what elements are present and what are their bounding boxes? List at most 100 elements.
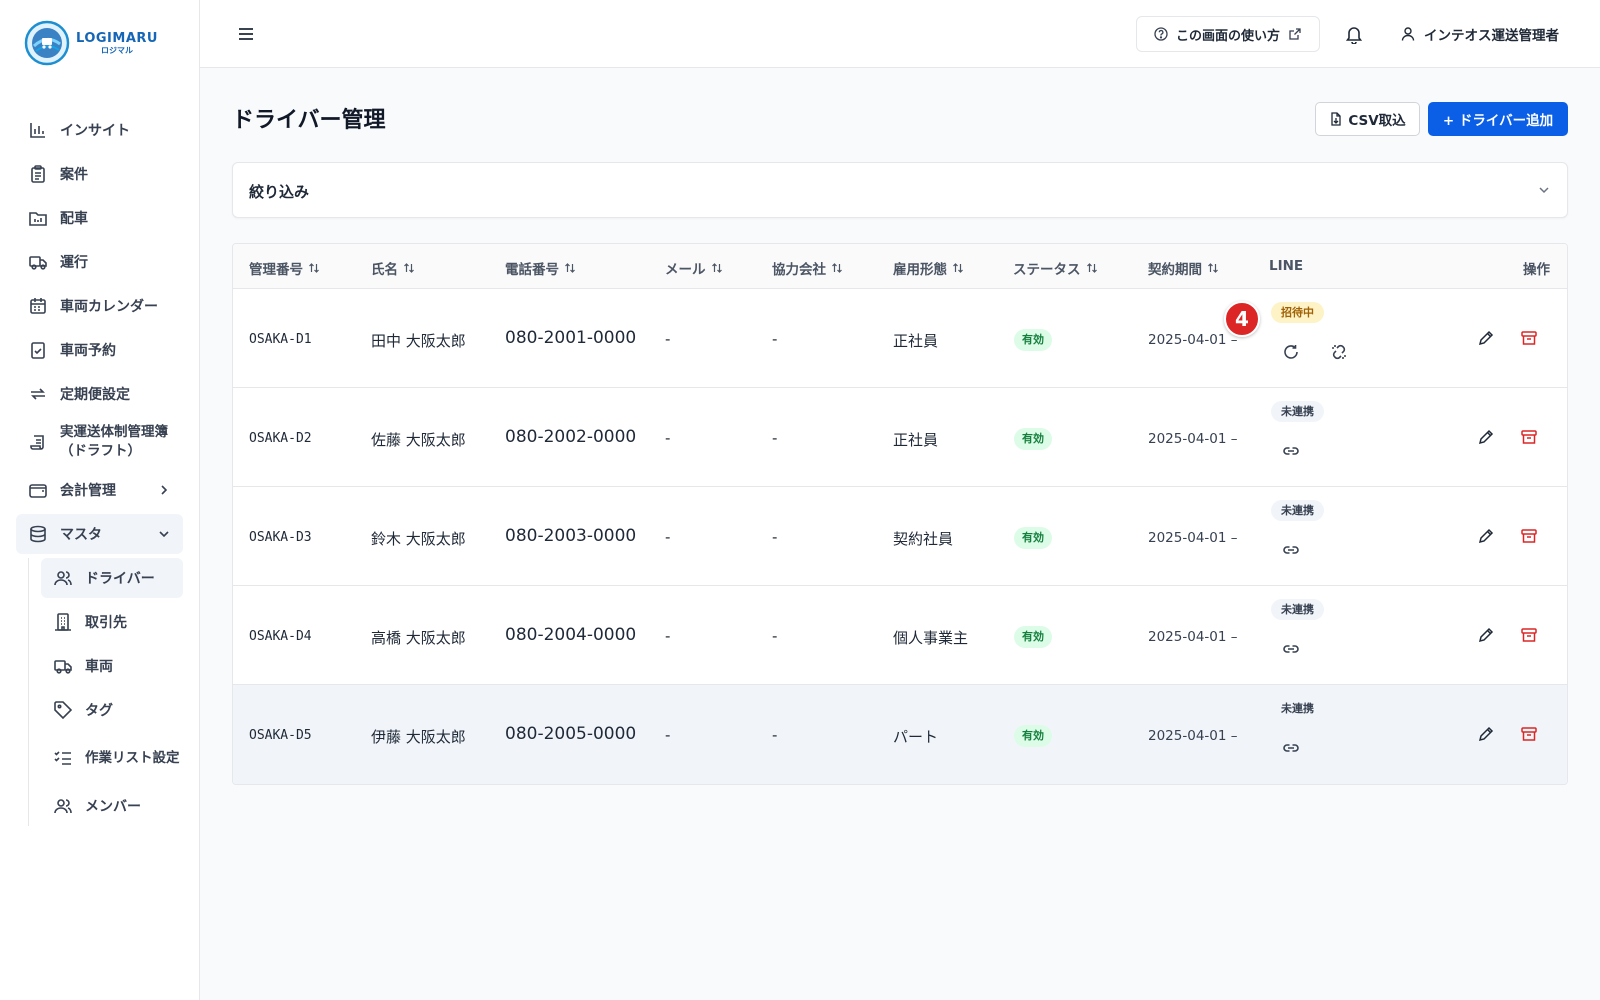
sidebar-item-dispatch[interactable]: 配車 — [16, 198, 183, 238]
column-header-label: 協力会社 — [772, 262, 826, 278]
status-badge: 有効 — [1014, 725, 1052, 747]
column-header-label: 電話番号 — [505, 262, 559, 278]
sidebar-item-label: 車両予約 — [60, 343, 116, 359]
edit-icon[interactable] — [1477, 428, 1495, 446]
line-status-badge: 未連携 — [1271, 500, 1324, 521]
edit-icon[interactable] — [1477, 329, 1495, 347]
cell-mail: - — [665, 627, 671, 645]
chevron-right-icon — [161, 485, 168, 495]
list-checks-icon — [54, 751, 71, 765]
column-header-partner[interactable]: 協力会社 — [772, 258, 843, 278]
column-header-name[interactable]: 氏名 — [371, 258, 415, 278]
cell-contract: 2025-04-01 – — [1148, 431, 1238, 447]
help-button[interactable]: この画面の使い方 — [1136, 16, 1320, 52]
sidebar-item-vehicle-calendar[interactable]: 車両カレンダー — [16, 286, 183, 326]
sidebar-item-master[interactable]: マスタ — [16, 514, 183, 554]
unlink-icon[interactable] — [1330, 343, 1348, 361]
archive-icon[interactable] — [1520, 725, 1538, 743]
sidebar: LOGIMARU ロジマル インサイト 案件 配車 運行 車両カレンダー 車両予… — [0, 0, 200, 1000]
sidebar-item-accounting[interactable]: 会計管理 — [16, 470, 183, 510]
table-row: OSAKA-D3 鈴木 大阪太郎 080-2003-0000 - - 契約社員 … — [233, 487, 1567, 586]
hamburger-menu-icon[interactable] — [236, 24, 256, 44]
tag-icon — [54, 701, 73, 720]
column-header-mail[interactable]: メール — [665, 258, 723, 278]
link-icon[interactable] — [1282, 442, 1300, 460]
archive-icon[interactable] — [1520, 626, 1538, 644]
sort-icon — [309, 263, 319, 273]
edit-icon[interactable] — [1477, 626, 1495, 644]
wallet-icon — [29, 484, 47, 498]
sort-icon — [832, 263, 842, 273]
status-badge: 有効 — [1014, 329, 1052, 351]
sidebar-item-vehicle-reservation[interactable]: 車両予約 — [16, 330, 183, 370]
column-header-label: LINE — [1269, 258, 1304, 274]
user-icon — [1401, 27, 1415, 41]
status-badge: 有効 — [1014, 626, 1052, 648]
sidebar-item-label: ドライバー — [85, 571, 155, 587]
sidebar-item-vehicles[interactable]: 車両 — [41, 646, 183, 686]
sidebar-item-label: 案件 — [60, 167, 88, 183]
archive-icon[interactable] — [1520, 329, 1538, 347]
sidebar-item-label: 車両 — [85, 659, 113, 675]
user-menu[interactable]: インテオス運送管理者 — [1400, 24, 1559, 44]
clipboard-icon — [31, 165, 45, 183]
repeat-icon — [31, 388, 45, 400]
column-header-label: ステータス — [1013, 262, 1081, 278]
add-driver-button[interactable]: + ドライバー追加 — [1428, 102, 1568, 136]
sidebar-item-label: 定期便設定 — [60, 387, 130, 403]
sidebar-item-worklist-settings[interactable]: 作業リスト設定 — [41, 734, 183, 782]
edit-icon[interactable] — [1477, 725, 1495, 743]
refresh-icon[interactable] — [1282, 343, 1300, 361]
column-header-label: 契約期間 — [1148, 262, 1202, 278]
sort-icon — [1208, 263, 1218, 273]
archive-icon[interactable] — [1520, 428, 1538, 446]
csv-import-button[interactable]: CSV取込 — [1315, 102, 1420, 136]
sidebar-item-members[interactable]: メンバー — [41, 786, 183, 826]
sidebar-item-clients[interactable]: 取引先 — [41, 602, 183, 642]
logo[interactable]: LOGIMARU ロジマル — [24, 20, 158, 66]
calendar-check-icon — [31, 342, 45, 359]
sidebar-item-tags[interactable]: タグ — [41, 690, 183, 730]
chevron-down-icon — [1539, 187, 1549, 194]
sort-icon — [404, 263, 414, 273]
column-header-phone[interactable]: 電話番号 — [505, 258, 576, 278]
sidebar-item-label: 配車 — [60, 211, 88, 227]
column-header-id[interactable]: 管理番号 — [249, 258, 320, 278]
calendar-icon — [30, 298, 46, 314]
driver-table: 管理番号 氏名 電話番号 メール 協力会社 雇用形態 ステータス 契約期間 LI… — [232, 243, 1568, 785]
archive-icon[interactable] — [1520, 527, 1538, 545]
link-icon[interactable] — [1282, 739, 1300, 757]
sidebar-item-label: 運行 — [60, 255, 88, 271]
table-header: 管理番号 氏名 電話番号 メール 協力会社 雇用形態 ステータス 契約期間 LI… — [233, 244, 1567, 289]
sidebar-item-transport-register[interactable]: 実運送体制管理簿（ドラフト） — [16, 418, 183, 466]
link-icon[interactable] — [1282, 640, 1300, 658]
sidebar-item-operation[interactable]: 運行 — [16, 242, 183, 282]
sort-icon — [1086, 263, 1097, 273]
cell-partner: - — [772, 429, 778, 447]
edit-icon[interactable] — [1477, 527, 1495, 545]
column-header-label: メール — [665, 262, 706, 278]
cell-contract: 2025-04-01 – — [1148, 332, 1238, 348]
truck-icon — [29, 256, 47, 270]
cell-id: OSAKA-D1 — [249, 332, 312, 347]
sidebar-nav: インサイト 案件 配車 運行 車両カレンダー 車両予約 定期便設定 実運送体制管… — [16, 110, 183, 830]
cell-id: OSAKA-D2 — [249, 431, 312, 446]
column-header-employment[interactable]: 雇用形態 — [893, 258, 964, 278]
users-icon — [54, 799, 72, 814]
sidebar-item-projects[interactable]: 案件 — [16, 154, 183, 194]
filter-panel[interactable]: 絞り込み — [232, 162, 1568, 218]
column-header-status[interactable]: ステータス — [1013, 258, 1098, 278]
table-row: OSAKA-D1 田中 大阪太郎 080-2001-0000 - - 正社員 有… — [233, 289, 1567, 388]
sidebar-item-label: 実運送体制管理簿（ドラフト） — [60, 424, 168, 459]
cell-name: 高橋 大阪太郎 — [371, 629, 466, 647]
logo-globe-icon — [24, 20, 70, 66]
link-icon[interactable] — [1282, 541, 1300, 559]
column-header-label: 雇用形態 — [893, 262, 947, 278]
cell-mail: - — [665, 528, 671, 546]
sidebar-item-regular-route[interactable]: 定期便設定 — [16, 374, 183, 414]
bell-icon[interactable] — [1344, 24, 1364, 44]
cell-id: OSAKA-D4 — [249, 629, 312, 644]
sidebar-item-drivers[interactable]: ドライバー — [41, 558, 183, 598]
sidebar-item-insight[interactable]: インサイト — [16, 110, 183, 150]
column-header-contract[interactable]: 契約期間 — [1148, 258, 1219, 278]
